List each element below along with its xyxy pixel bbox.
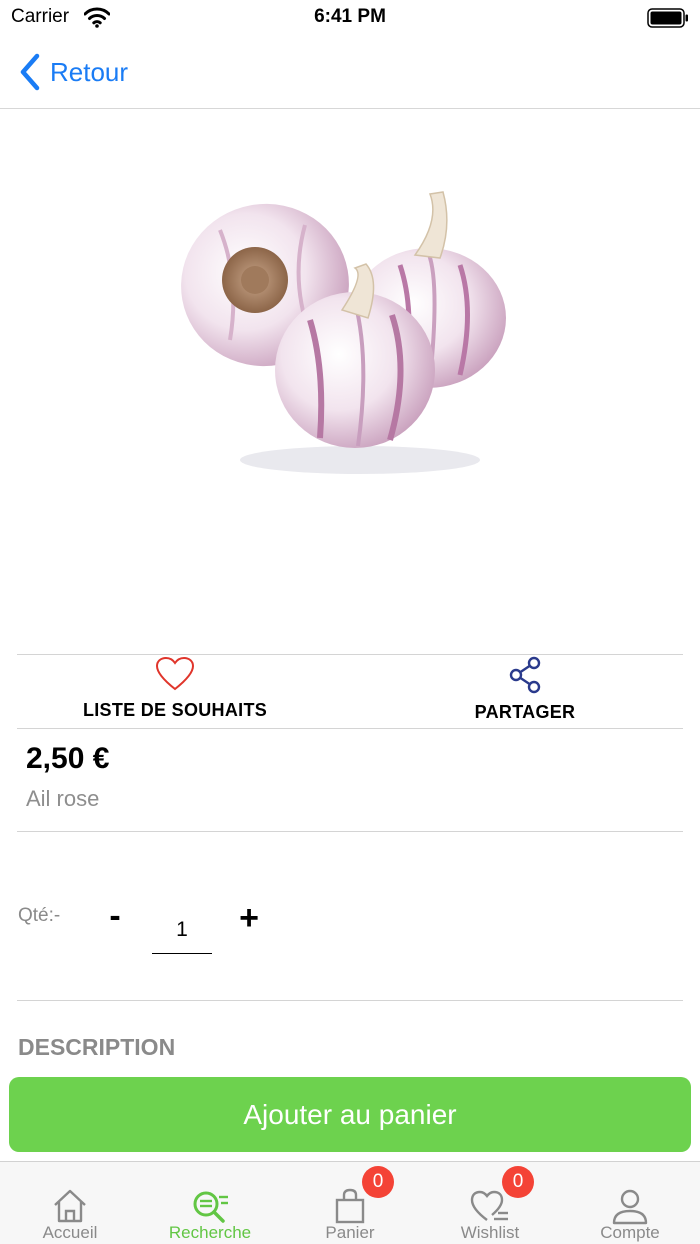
product-name: Ail rose <box>26 786 100 811</box>
tab-label: Wishlist <box>460 1223 520 1242</box>
description-heading: DESCRIPTION <box>18 1034 176 1060</box>
share-action[interactable]: PARTAGER <box>367 656 683 728</box>
add-to-cart-button[interactable]: Ajouter au panier <box>9 1077 691 1152</box>
tab-wishlist[interactable]: Wishlist 0 <box>420 1162 560 1244</box>
product-price: 2,50 € <box>26 742 110 775</box>
tab-compte[interactable]: Compte <box>560 1162 700 1244</box>
tab-panier[interactable]: Panier 0 <box>280 1162 420 1244</box>
back-button[interactable]: Retour <box>18 52 128 92</box>
tab-label: Accueil <box>42 1223 98 1242</box>
bag-icon <box>335 1188 365 1224</box>
share-label: PARTAGER <box>474 702 576 722</box>
wishlist-action[interactable]: LISTE DE SOUHAITS <box>17 656 333 728</box>
home-icon <box>54 1189 86 1223</box>
battery-icon <box>647 8 688 28</box>
user-icon <box>612 1189 648 1225</box>
product-image <box>181 191 506 474</box>
status-bar: Carrier 6:41 PM <box>0 0 700 40</box>
divider <box>17 654 683 655</box>
tab-label: Panier <box>325 1223 375 1242</box>
tab-recherche[interactable]: Recherche <box>140 1162 280 1244</box>
navigation-bar: Retour <box>0 40 700 109</box>
cart-badge: 0 <box>362 1166 394 1198</box>
tab-label: Compte <box>600 1223 660 1242</box>
chevron-left-icon <box>20 53 40 91</box>
quantity-increase-button[interactable]: + <box>233 896 265 940</box>
tab-accueil[interactable]: Accueil <box>0 1162 140 1244</box>
divider <box>17 1000 683 1001</box>
clock: 6:41 PM <box>314 6 386 27</box>
tab-label: Recherche <box>168 1223 252 1242</box>
quantity-decrease-button[interactable]: - <box>100 896 130 936</box>
wishlist-label: LISTE DE SOUHAITS <box>82 700 268 720</box>
heart-list-icon <box>470 1190 508 1221</box>
quantity-input[interactable] <box>152 906 212 954</box>
quantity-label: Qté:- <box>18 905 61 926</box>
divider <box>17 831 683 832</box>
wishlist-badge: 0 <box>502 1166 534 1198</box>
heart-outline-icon <box>155 656 195 691</box>
search-list-icon <box>193 1191 228 1223</box>
back-label: Retour <box>50 56 129 87</box>
tab-bar: Accueil Recherche Panier 0 Wishlist 0 Co… <box>0 1161 700 1244</box>
share-icon <box>509 656 541 694</box>
divider <box>17 728 683 729</box>
